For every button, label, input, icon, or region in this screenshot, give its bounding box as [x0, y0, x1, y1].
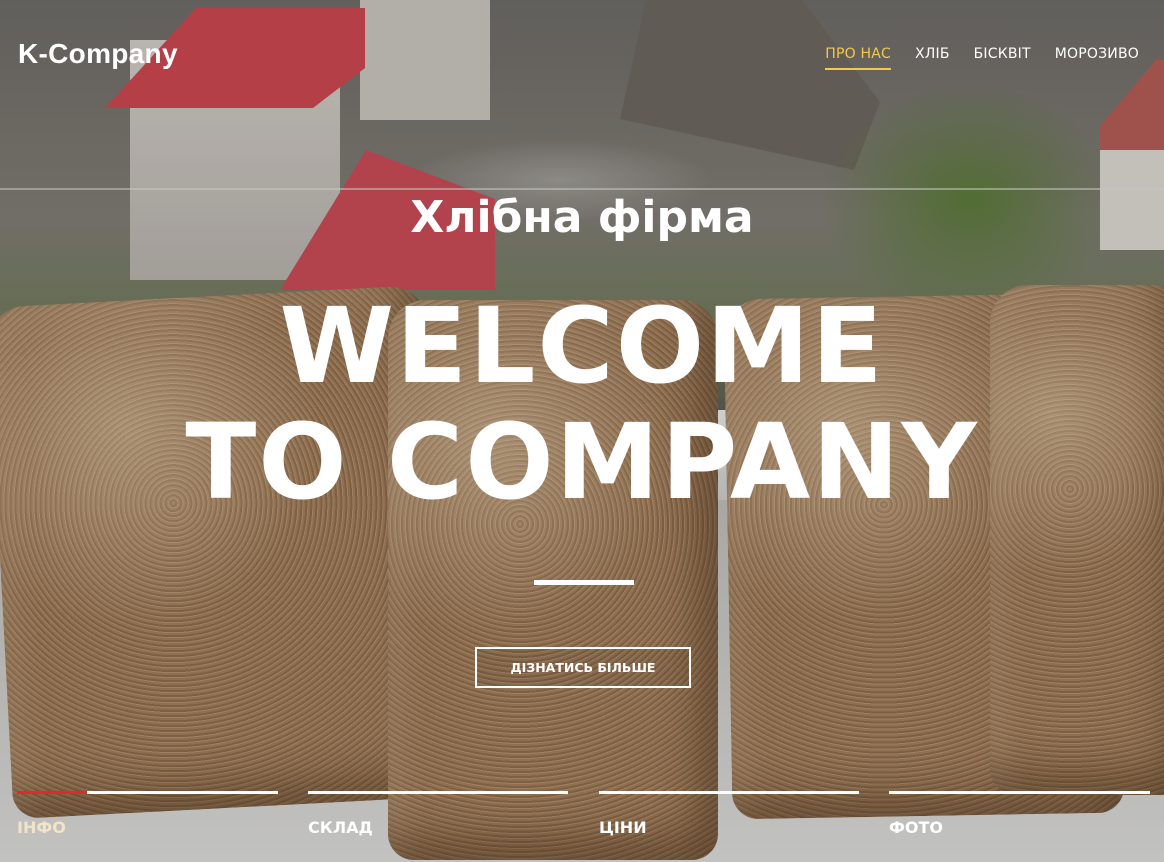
- tab-label: ІНФО: [17, 818, 66, 837]
- nav-item-about[interactable]: ПРО НАС: [825, 46, 891, 70]
- tab-label: СКЛАД: [308, 818, 373, 837]
- hero-subtitle: Хлібна фірма: [410, 192, 754, 243]
- nav-item-biscuit[interactable]: БІСКВІТ: [974, 46, 1031, 70]
- brand-logo[interactable]: K-Company: [18, 38, 178, 70]
- tab-photo[interactable]: ФОТО: [889, 790, 1150, 850]
- hero-headline: WELCOME TO COMPANY: [0, 288, 1164, 520]
- tab-underline: [889, 791, 1150, 794]
- tab-prices[interactable]: ЦІНИ: [599, 790, 859, 850]
- headline-line-1: WELCOME: [279, 285, 885, 407]
- tab-composition[interactable]: СКЛАД: [308, 790, 568, 850]
- tab-active-indicator: [17, 791, 87, 794]
- main-nav: ПРО НАС ХЛІБ БІСКВІТ МОРОЗИВО: [825, 46, 1139, 70]
- tab-underline: [308, 791, 568, 794]
- tab-label: ЦІНИ: [599, 818, 647, 837]
- tab-underline: [599, 791, 859, 794]
- nav-item-bread[interactable]: ХЛІБ: [915, 46, 950, 70]
- headline-line-2: TO COMPANY: [185, 401, 979, 523]
- tab-label: ФОТО: [889, 818, 943, 837]
- nav-item-ice-cream[interactable]: МОРОЗИВО: [1055, 46, 1139, 70]
- hero-divider: [534, 580, 634, 585]
- tab-info[interactable]: ІНФО: [17, 790, 278, 850]
- learn-more-button[interactable]: ДІЗНАТИСЬ БІЛЬШЕ: [475, 647, 691, 688]
